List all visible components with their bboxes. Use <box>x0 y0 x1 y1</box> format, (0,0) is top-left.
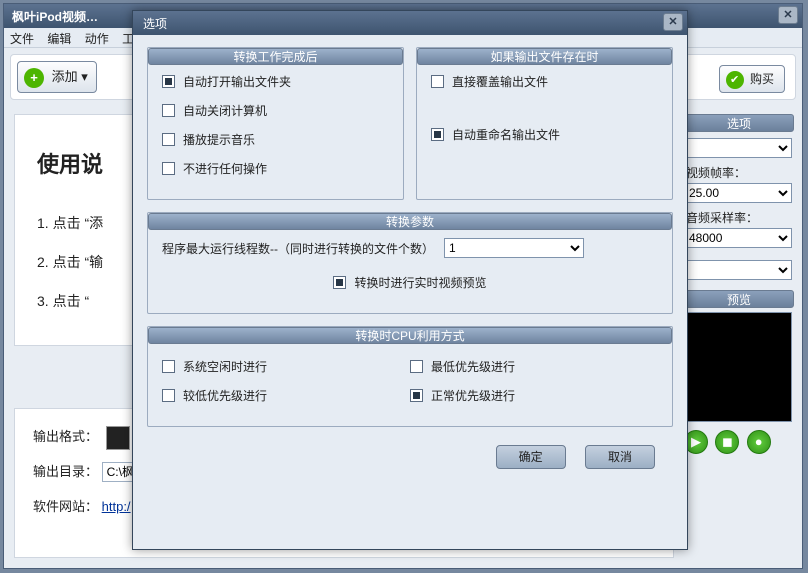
dialog-body: 转换工作完成后 自动打开输出文件夹 自动关闭计算机 播放提示音乐 不进行任何操作… <box>133 35 687 479</box>
dialog-close-icon[interactable]: ✕ <box>663 13 683 31</box>
fps-select[interactable]: 25.00 <box>684 183 792 203</box>
checkbox-icon <box>162 360 175 373</box>
threads-label: 程序最大运行线程数--（同时进行转换的文件个数） <box>162 240 434 257</box>
add-label: 添加 <box>52 69 78 84</box>
opt-realtime-preview[interactable]: 转换时进行实时视频预览 <box>333 274 486 291</box>
menu-action[interactable]: 动作 <box>85 32 109 46</box>
checkbox-icon <box>333 276 346 289</box>
options-dialog: 选项 ✕ 转换工作完成后 自动打开输出文件夹 自动关闭计算机 播放提示音乐 不进… <box>132 10 688 550</box>
right-select-1[interactable] <box>684 138 792 158</box>
menu-file[interactable]: 文件 <box>10 32 34 46</box>
checkbox-icon <box>162 104 175 117</box>
dialog-title: 选项 <box>143 17 167 31</box>
add-button[interactable]: + 添加 ▾ <box>17 61 97 93</box>
plus-icon: + <box>24 68 44 88</box>
opt-shutdown[interactable]: 自动关闭计算机 <box>162 102 389 119</box>
out-format-label: 输出格式： <box>33 429 98 444</box>
out-dir-label: 输出目录： <box>33 464 98 479</box>
checkbox-icon <box>410 389 423 402</box>
checkbox-icon <box>162 75 175 88</box>
main-title: 枫叶iPod视频… <box>12 10 98 24</box>
group-file-exists: 如果输出文件存在时 直接覆盖输出文件 自动重命名输出文件 <box>416 47 673 200</box>
checkbox-icon <box>431 75 444 88</box>
right-column: 选项 视频帧率： 25.00 音频采样率： 48000 预览 ▶ ◼ ● <box>684 108 794 454</box>
chevron-down-icon: ▾ <box>81 69 88 84</box>
site-label: 软件网站： <box>33 499 98 514</box>
opt-lowest-priority[interactable]: 最低优先级进行 <box>410 358 658 375</box>
sr-label: 音频采样率： <box>686 209 794 226</box>
stop-icon[interactable]: ◼ <box>715 430 739 454</box>
right-options-title: 选项 <box>684 114 794 132</box>
group-convert-params: 转换参数 程序最大运行线程数--（同时进行转换的文件个数） 1 转换时进行实时视… <box>147 212 673 314</box>
opt-overwrite[interactable]: 直接覆盖输出文件 <box>431 73 658 90</box>
menu-edit[interactable]: 编辑 <box>47 32 71 46</box>
checkbox-icon <box>162 162 175 175</box>
ok-button[interactable]: 确定 <box>496 445 566 469</box>
group-cpu-usage: 转换时CPU利用方式 系统空闲时进行 较低优先级进行 最低优先级进行 正常优先级… <box>147 326 673 427</box>
buy-label: 购买 <box>750 72 774 86</box>
group1-title: 转换工作完成后 <box>148 48 403 65</box>
opt-idle-priority[interactable]: 系统空闲时进行 <box>162 358 410 375</box>
opt-do-nothing[interactable]: 不进行任何操作 <box>162 160 389 177</box>
opt-play-sound[interactable]: 播放提示音乐 <box>162 131 389 148</box>
cart-icon: ✔ <box>726 71 744 89</box>
buy-button[interactable]: ✔ 购买 <box>719 65 785 93</box>
fps-label: 视频帧率： <box>686 164 794 181</box>
record-icon[interactable]: ● <box>747 430 771 454</box>
group-after-convert: 转换工作完成后 自动打开输出文件夹 自动关闭计算机 播放提示音乐 不进行任何操作 <box>147 47 404 200</box>
site-link[interactable]: http:/ <box>102 499 131 514</box>
checkbox-icon <box>162 389 175 402</box>
preview-title: 预览 <box>684 290 794 308</box>
opt-rename[interactable]: 自动重命名输出文件 <box>431 126 658 143</box>
checkbox-icon <box>162 133 175 146</box>
dialog-buttons: 确定 取消 <box>147 439 673 469</box>
group4-title: 转换时CPU利用方式 <box>148 327 672 344</box>
cancel-button[interactable]: 取消 <box>585 445 655 469</box>
preview-controls: ▶ ◼ ● <box>684 430 794 454</box>
opt-open-folder[interactable]: 自动打开输出文件夹 <box>162 73 389 90</box>
main-close-icon[interactable]: ✕ <box>778 6 798 24</box>
opt-normal-priority[interactable]: 正常优先级进行 <box>410 387 658 404</box>
threads-select[interactable]: 1 <box>444 238 584 258</box>
right-select-2[interactable] <box>684 260 792 280</box>
dialog-titlebar: 选项 ✕ <box>133 11 687 35</box>
preview-box <box>684 312 792 422</box>
group3-title: 转换参数 <box>148 213 672 230</box>
opt-low-priority[interactable]: 较低优先级进行 <box>162 387 410 404</box>
group2-title: 如果输出文件存在时 <box>417 48 672 65</box>
checkbox-icon <box>431 128 444 141</box>
format-icon[interactable] <box>106 426 130 450</box>
sr-select[interactable]: 48000 <box>684 228 792 248</box>
checkbox-icon <box>410 360 423 373</box>
